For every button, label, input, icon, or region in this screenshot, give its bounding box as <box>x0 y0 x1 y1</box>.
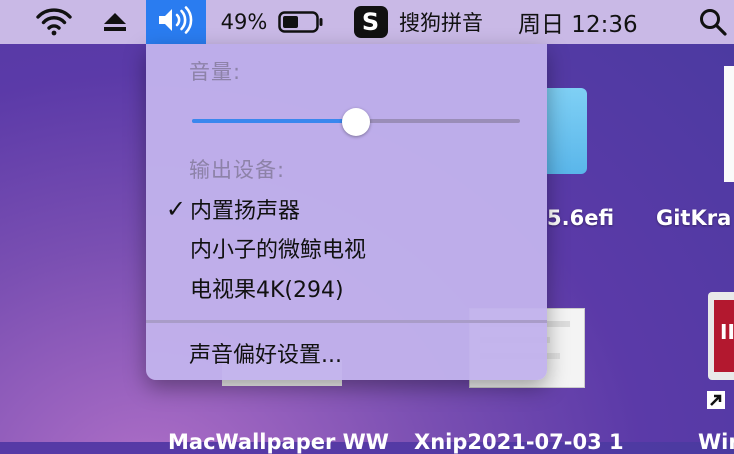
desktop-item-label[interactable]: 5.6efi <box>547 206 614 230</box>
eject-icon[interactable] <box>98 0 132 44</box>
sogou-icon: S <box>353 6 388 38</box>
menu-separator <box>146 320 547 323</box>
search-icon[interactable] <box>696 0 730 44</box>
output-device-label: 内置扬声器 <box>190 199 301 224</box>
output-device-item[interactable]: 电视果4K(294) <box>146 269 547 307</box>
input-method-label[interactable]: 搜狗拼音 <box>395 0 487 44</box>
sound-preferences-item[interactable]: 声音偏好设置... <box>146 334 547 372</box>
input-method-button[interactable]: S <box>353 0 388 44</box>
slider-fill <box>192 119 356 123</box>
battery-icon[interactable] <box>276 0 326 44</box>
output-device-label: 内小子的微鲸电视 <box>190 238 367 263</box>
checkmark-icon: ✓ <box>165 195 186 223</box>
alias-arrow-icon <box>706 390 726 410</box>
folder-icon[interactable] <box>547 88 587 174</box>
speaker-icon <box>157 6 195 38</box>
output-device-item[interactable]: 内小子的微鲸电视 <box>146 229 547 267</box>
app-icon-text: II <box>720 320 734 344</box>
volume-menu-button[interactable] <box>146 0 206 44</box>
menu-clock[interactable]: 周日 12:36 <box>518 0 658 44</box>
output-device-item[interactable]: ✓ 内置扬声器 <box>146 190 547 228</box>
menu-bar: 49% S 搜狗拼音 周日 12:36 <box>0 0 734 44</box>
volume-slider[interactable] <box>192 108 520 136</box>
slider-knob[interactable] <box>342 108 370 136</box>
output-devices-header: 输出设备: <box>189 158 286 182</box>
volume-header: 音量: <box>189 60 242 84</box>
output-device-label: 电视果4K(294) <box>190 278 344 303</box>
sound-preferences-label: 声音偏好设置... <box>189 343 342 368</box>
wifi-icon[interactable] <box>32 0 76 44</box>
volume-dropdown-menu: 音量: 输出设备: ✓ 内置扬声器 内小子的微鲸电视 电视果4K(294) 声音… <box>146 44 547 380</box>
app-icon[interactable]: II <box>708 292 734 380</box>
desktop-item-label[interactable]: Win <box>698 430 734 454</box>
desktop-item-label[interactable]: Xnip2021-07-03 1 <box>414 430 624 454</box>
document-icon[interactable] <box>724 66 734 182</box>
battery-percent[interactable]: 49% <box>218 0 270 44</box>
desktop-item-label[interactable]: GitKra <box>656 206 731 230</box>
desktop-item-label[interactable]: MacWallpaper WW <box>168 430 389 454</box>
